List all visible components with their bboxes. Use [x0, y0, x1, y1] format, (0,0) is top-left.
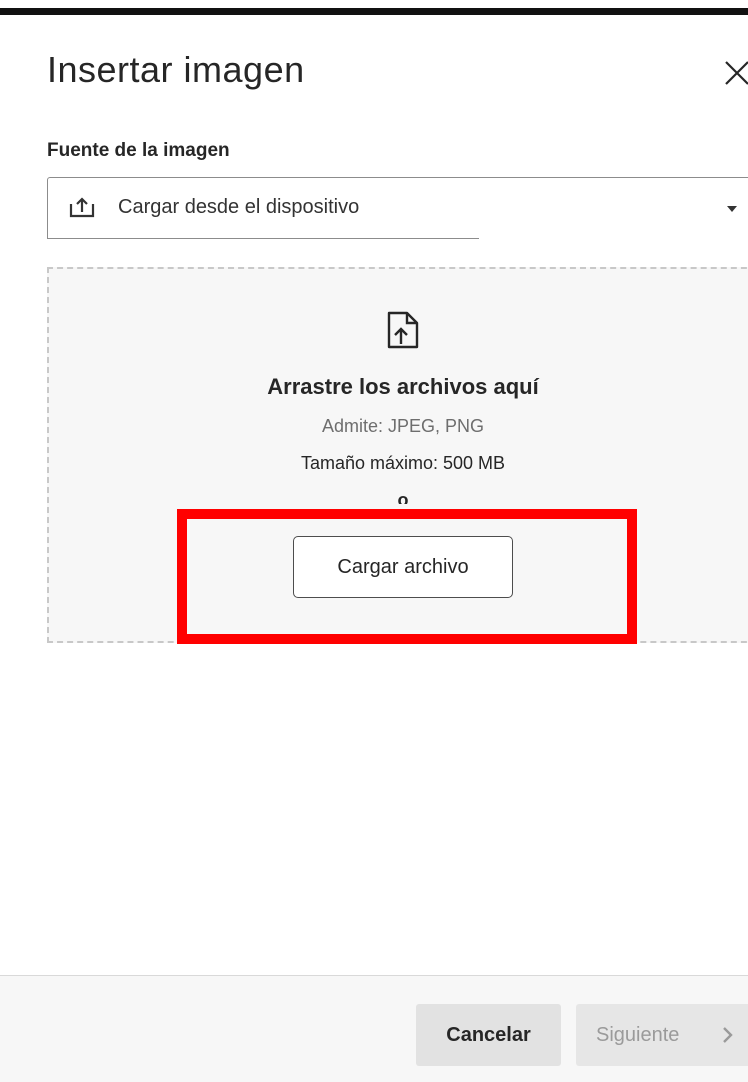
- dialog-title: Insertar imagen: [47, 49, 305, 90]
- chevron-right-icon: [723, 1027, 733, 1043]
- close-button[interactable]: [718, 46, 748, 96]
- close-icon: [725, 61, 748, 85]
- max-file-size: Tamaño máximo: 500 MB: [300, 453, 506, 473]
- image-source-select[interactable]: Cargar desde el dispositivo: [47, 177, 748, 239]
- select-underline: [47, 238, 479, 239]
- file-upload-icon: [387, 311, 419, 349]
- supported-formats: Admite: JPEG, PNG: [321, 416, 485, 436]
- upload-icon: [69, 197, 95, 218]
- highlight-annotation: [177, 509, 637, 644]
- next-button-label: Siguiente: [596, 1024, 680, 1046]
- cancel-button[interactable]: Cancelar: [416, 1004, 561, 1066]
- dropzone-title: Arrastre los archivos aquí: [267, 374, 539, 399]
- selected-source-value: Cargar desde el dispositivo: [118, 196, 360, 218]
- or-separator: o: [397, 490, 409, 504]
- top-border: [0, 8, 748, 15]
- next-button[interactable]: Siguiente: [576, 1004, 748, 1066]
- chevron-down-icon: [727, 206, 737, 212]
- image-source-label: Fuente de la imagen: [47, 140, 230, 161]
